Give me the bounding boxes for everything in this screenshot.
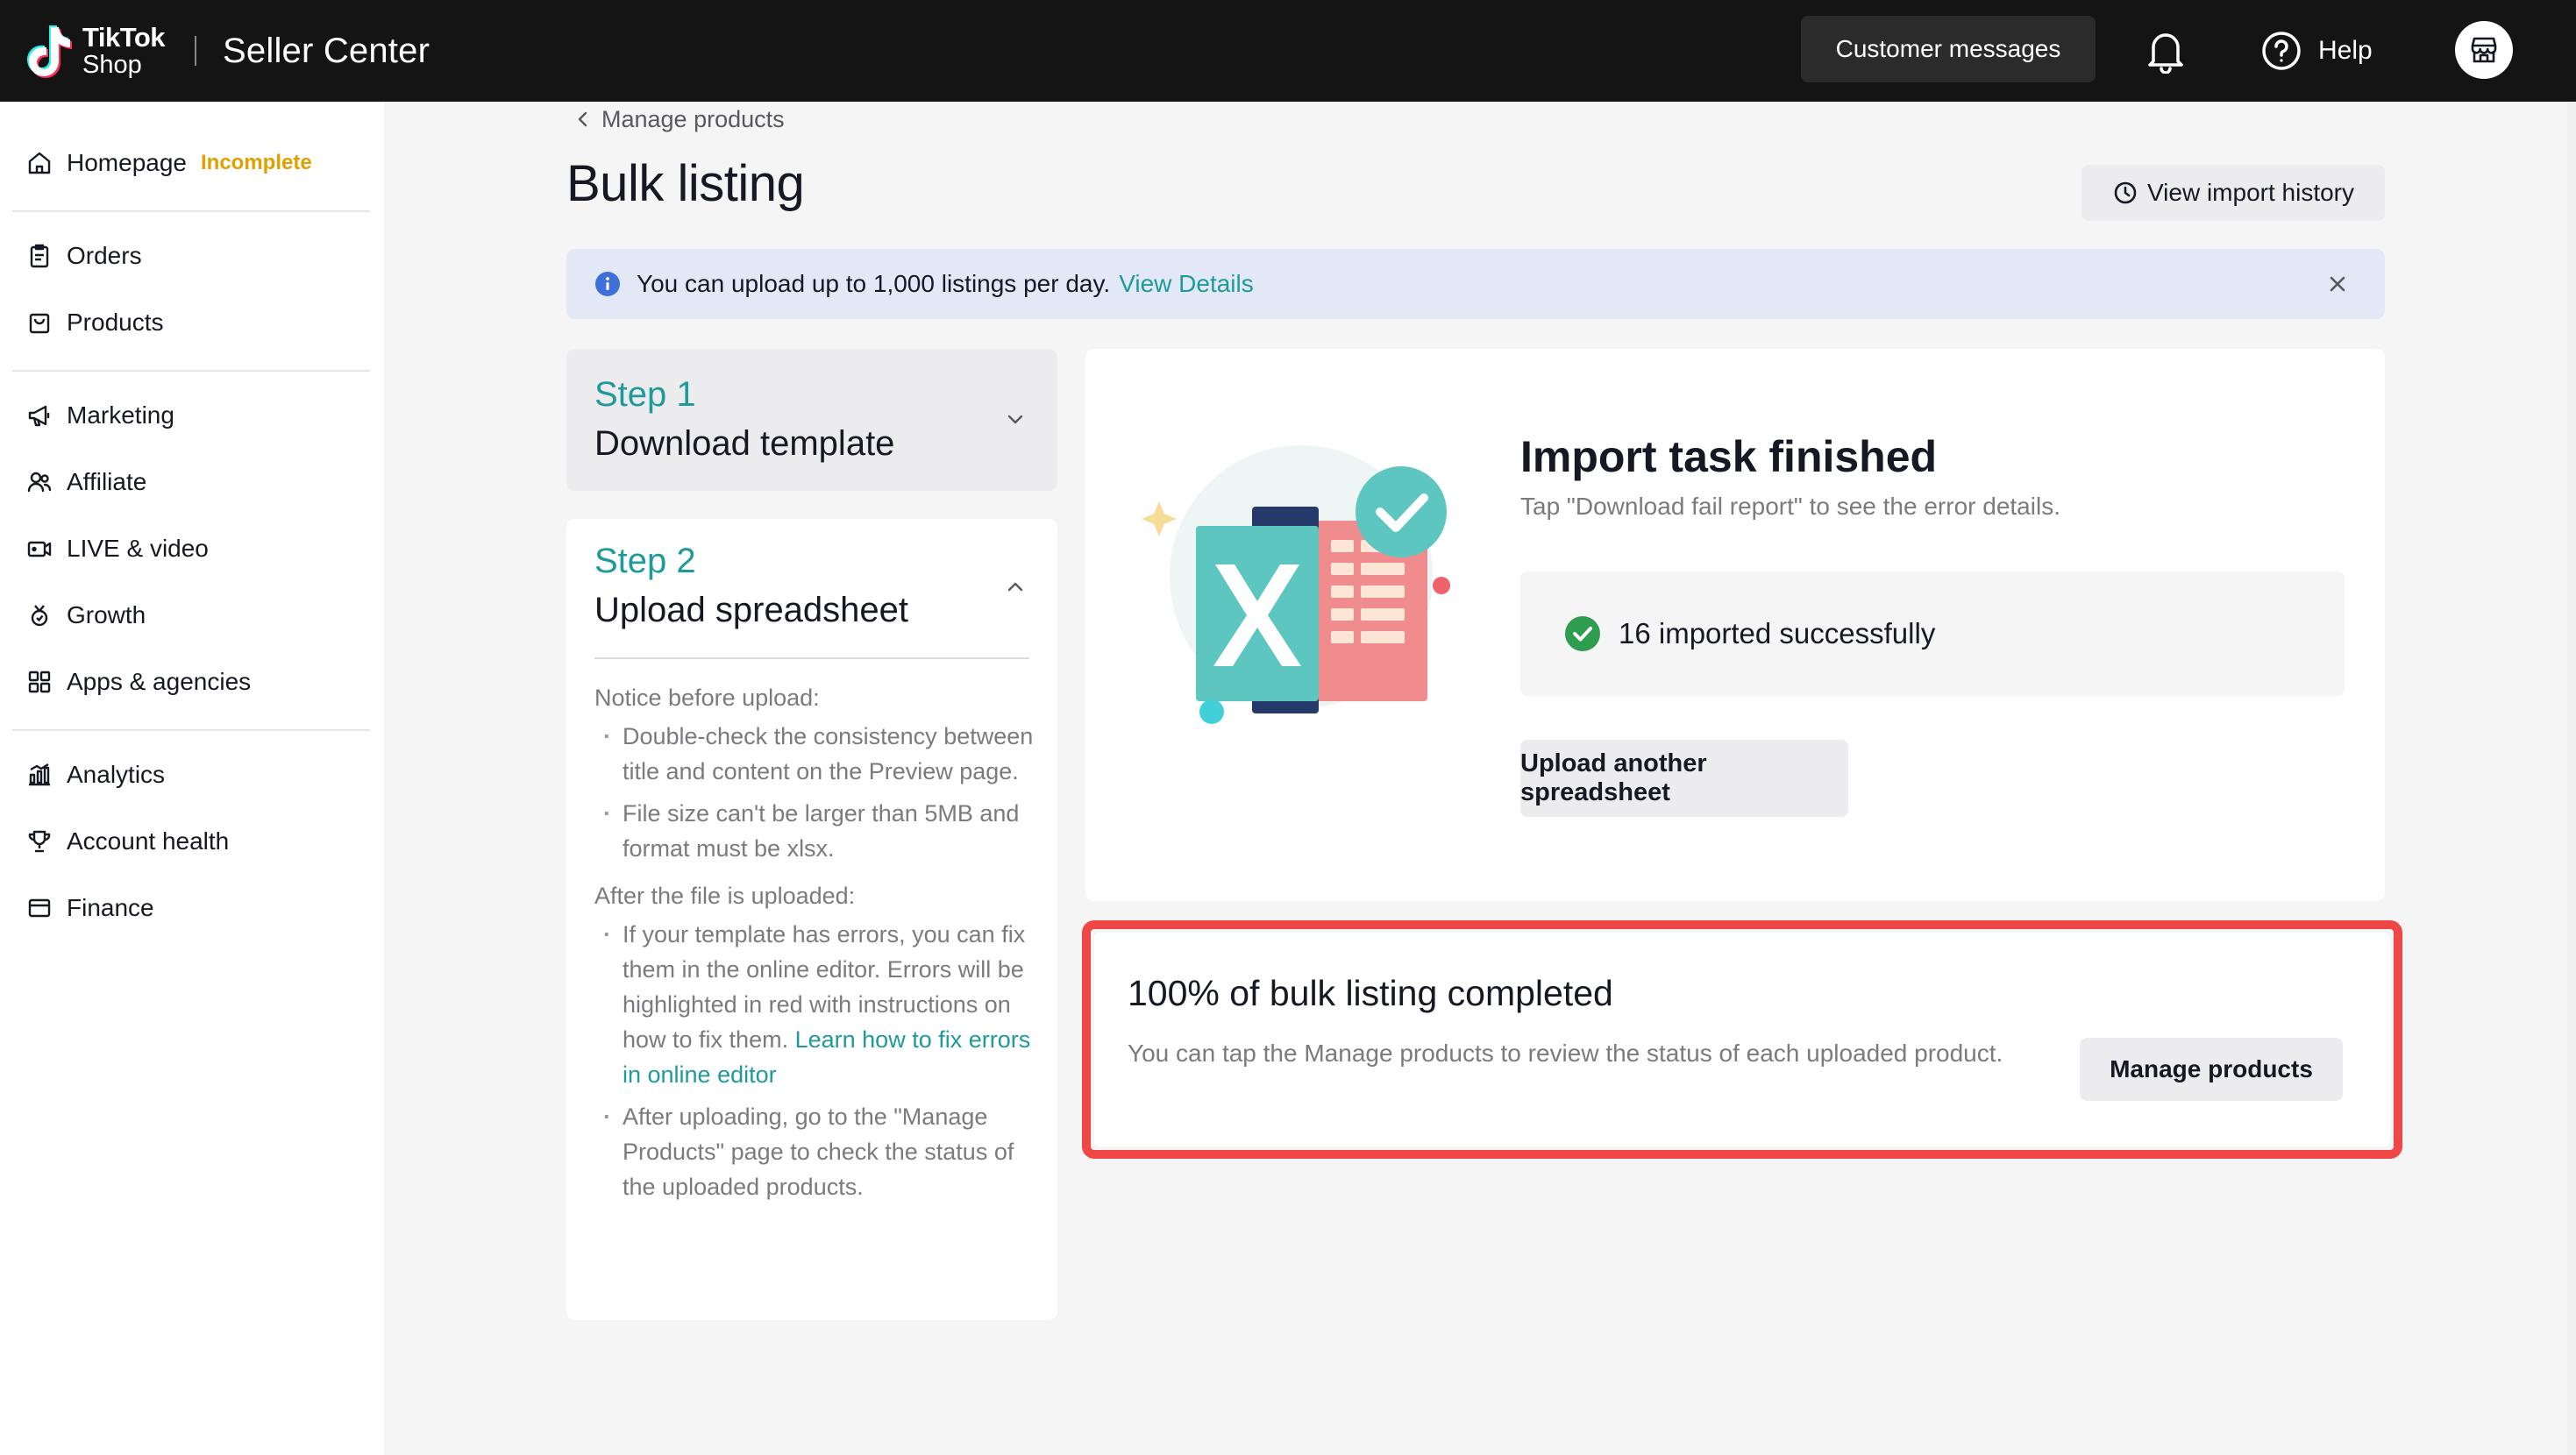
customer-messages-button[interactable]: Customer messages bbox=[1801, 16, 2096, 82]
store-icon bbox=[2471, 37, 2497, 63]
spreadsheet-illustration bbox=[1142, 445, 1450, 724]
sidebar-item-label: Growth bbox=[67, 601, 146, 628]
brand-divider bbox=[195, 36, 197, 66]
upload-another-spreadsheet-button[interactable]: Upload another spreadsheet bbox=[1520, 740, 1848, 817]
sidebar-item-account-health[interactable]: Account health bbox=[12, 815, 372, 868]
step2-panel: Step 2 Upload spreadsheet Notice before … bbox=[566, 519, 1057, 1320]
manage-products-button[interactable]: Manage products bbox=[2080, 1038, 2343, 1101]
incomplete-badge: Incomplete bbox=[200, 151, 312, 174]
view-details-link[interactable]: View Details bbox=[1119, 270, 1254, 298]
breadcrumb-link[interactable]: Manage products bbox=[601, 106, 785, 133]
list-item: If your template has errors, you can fix… bbox=[594, 917, 1040, 1092]
video-icon bbox=[27, 541, 52, 557]
bag-icon bbox=[29, 313, 50, 334]
step1-number: Step 1 bbox=[594, 375, 696, 414]
chevron-down-icon[interactable] bbox=[1005, 408, 1026, 429]
completion-subtitle: You can tap the Manage products to revie… bbox=[1128, 1040, 2003, 1067]
sidebar: Homepage Incomplete Orders Products Mark… bbox=[0, 102, 384, 1455]
tiktok-logo-icon bbox=[27, 25, 72, 78]
home-icon bbox=[28, 152, 51, 174]
sidebar-item-label: Marketing bbox=[67, 401, 174, 429]
notice-before-heading: Notice before upload: bbox=[594, 685, 820, 711]
page-title: Bulk listing bbox=[566, 155, 805, 212]
close-icon[interactable] bbox=[2325, 272, 2350, 296]
sidebar-item-label: Finance bbox=[67, 894, 154, 921]
app-title: Seller Center bbox=[223, 31, 431, 70]
page-scrollbar[interactable] bbox=[2567, 102, 2576, 1455]
sidebar-item-label: Analytics bbox=[67, 761, 166, 788]
completion-title: 100% of bulk listing completed bbox=[1128, 973, 1613, 1013]
apps-icon bbox=[28, 671, 51, 693]
brand[interactable]: TikTok Shop Seller Center bbox=[25, 0, 430, 102]
medal-icon bbox=[31, 605, 48, 627]
sidebar-divider bbox=[12, 370, 370, 372]
view-import-history-label: View import history bbox=[2146, 179, 2354, 206]
brand-line2: Shop bbox=[82, 51, 142, 79]
sidebar-item-orders[interactable]: Orders bbox=[12, 230, 372, 282]
clipboard-icon bbox=[30, 244, 49, 268]
shop-avatar[interactable] bbox=[2455, 21, 2513, 79]
sidebar-item-label: Products bbox=[67, 309, 164, 336]
notification-bell-icon[interactable] bbox=[2145, 28, 2187, 74]
list-item: Double-check the consistency between tit… bbox=[594, 719, 1040, 789]
import-result-card: Import task finished Tap "Download fail … bbox=[1085, 349, 2385, 901]
brand-line1: TikTok bbox=[82, 22, 166, 53]
megaphone-icon bbox=[28, 405, 50, 427]
view-import-history-button[interactable]: View import history bbox=[2081, 165, 2385, 221]
result-subtitle: Tap "Download fail report" to see the er… bbox=[1520, 493, 2060, 520]
sidebar-item-label: Apps & agencies bbox=[67, 668, 252, 695]
help-label: Help bbox=[2318, 36, 2373, 65]
sidebar-item-homepage[interactable]: Homepage Incomplete bbox=[12, 137, 372, 189]
sidebar-item-live-video[interactable]: LIVE & video bbox=[12, 522, 372, 575]
step1-panel[interactable]: Step 1 Download template bbox=[566, 349, 1057, 491]
step2-divider bbox=[594, 657, 1029, 659]
chevron-left-icon bbox=[578, 111, 587, 127]
sidebar-item-analytics[interactable]: Analytics bbox=[12, 749, 372, 801]
success-check-icon bbox=[1565, 616, 1600, 651]
chevron-up-icon[interactable] bbox=[1005, 577, 1026, 598]
top-bar: TikTok Shop Seller Center Customer messa… bbox=[0, 0, 2576, 102]
sidebar-divider bbox=[12, 729, 370, 731]
step1-title: Download template bbox=[594, 424, 895, 463]
step2-number: Step 2 bbox=[594, 542, 696, 580]
sidebar-divider bbox=[12, 210, 370, 212]
brand-wordmark: TikTok Shop bbox=[82, 22, 166, 79]
sidebar-item-products[interactable]: Products bbox=[12, 296, 372, 349]
bulk-listing-complete-card: 100% of bulk listing completed You can t… bbox=[1094, 933, 2390, 1146]
clock-icon bbox=[2114, 181, 2137, 204]
success-summary: 16 imported successfully bbox=[1520, 571, 2345, 696]
sidebar-item-label: Orders bbox=[67, 242, 142, 269]
info-icon bbox=[595, 272, 620, 296]
wallet-icon bbox=[28, 898, 51, 918]
sidebar-item-affiliate[interactable]: Affiliate bbox=[12, 456, 372, 508]
after-upload-list: If your template has errors, you can fix… bbox=[594, 917, 1040, 1204]
chart-icon bbox=[29, 763, 50, 786]
sidebar-item-marketing[interactable]: Marketing bbox=[12, 389, 372, 442]
upload-notes: Notice before upload: Double-check the c… bbox=[594, 680, 1040, 1217]
result-title: Import task finished bbox=[1520, 432, 1938, 481]
upload-limit-notice: You can upload up to 1,000 listings per … bbox=[566, 249, 2385, 319]
step2-title: Upload spreadsheet bbox=[594, 591, 909, 629]
sidebar-item-label: LIVE & video bbox=[67, 535, 209, 562]
sidebar-item-label: Account health bbox=[67, 827, 230, 855]
sidebar-item-apps-agencies[interactable]: Apps & agencies bbox=[12, 656, 372, 708]
list-item: After uploading, go to the "Manage Produ… bbox=[594, 1099, 1040, 1204]
success-count-text: 16 imported successfully bbox=[1619, 617, 1936, 649]
breadcrumb[interactable]: Manage products bbox=[573, 102, 785, 137]
sidebar-item-growth[interactable]: Growth bbox=[12, 589, 372, 642]
people-icon bbox=[27, 472, 52, 493]
sidebar-item-label: Affiliate bbox=[67, 468, 147, 495]
list-item: File size can't be larger than 5MB and f… bbox=[594, 796, 1040, 866]
sidebar-item-label: Homepage bbox=[67, 149, 187, 176]
trophy-icon bbox=[28, 830, 51, 853]
sidebar-item-finance[interactable]: Finance bbox=[12, 882, 372, 934]
help-button[interactable]: Help bbox=[2260, 26, 2373, 75]
notice-before-list: Double-check the consistency between tit… bbox=[594, 719, 1040, 866]
notice-text: You can upload up to 1,000 listings per … bbox=[637, 270, 1111, 297]
help-icon bbox=[2262, 32, 2301, 70]
after-upload-heading: After the file is uploaded: bbox=[594, 883, 856, 909]
